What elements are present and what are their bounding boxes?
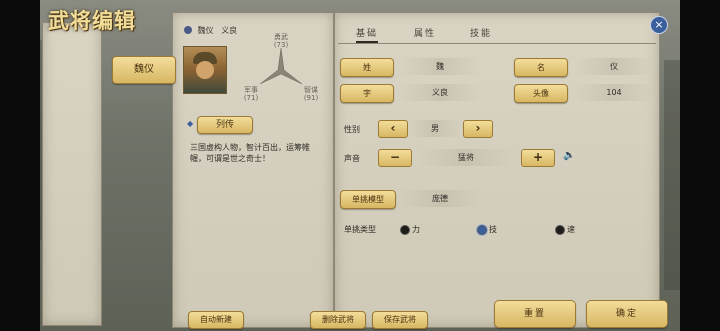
avatar[interactable] [183, 46, 227, 94]
letterbox-left [0, 0, 40, 331]
voice-value: 猛将 [418, 149, 514, 166]
delete-general-button[interactable]: 删除武将 [310, 311, 366, 329]
tab-skills[interactable]: 技能 [470, 26, 492, 39]
tab-basic[interactable]: 基础 [356, 26, 379, 43]
surname-field[interactable]: 魏 [400, 58, 480, 75]
portrait-field[interactable]: 104 [574, 84, 654, 101]
left-scroll [42, 22, 102, 326]
voice-label: 声音 [344, 154, 360, 163]
duel-type-radio-speed[interactable] [555, 225, 565, 235]
style-name-field[interactable]: 义良 [400, 84, 480, 101]
diamond-icon: ◆ [187, 119, 194, 128]
duel-type-option: 速 [567, 225, 575, 234]
stat-military-label: 军事 [244, 86, 258, 94]
gender-value: 男 [408, 120, 462, 137]
general-name: 魏仪 [197, 26, 214, 35]
stat-wisdom: 智谋 (91) [296, 86, 326, 102]
duel-type-label: 单挑类型 [344, 225, 376, 234]
city-backdrop [664, 60, 680, 290]
letterbox-right [680, 0, 720, 331]
portrait-label: 头像 [514, 84, 568, 103]
duel-type-radio-strength[interactable] [400, 225, 410, 235]
faction-icon [184, 26, 192, 34]
duel-type-radio-skill[interactable] [477, 225, 487, 235]
given-name-label: 名 [514, 58, 568, 77]
face-shape [196, 61, 214, 79]
gender-label: 性别 [344, 125, 360, 134]
reset-button[interactable]: 重置 [494, 300, 576, 328]
gender-next-button[interactable]: › [463, 120, 493, 138]
auto-create-button[interactable]: 自动新建 [188, 311, 244, 329]
biography-button[interactable]: 列传 [197, 116, 253, 134]
save-general-button[interactable]: 保存武将 [372, 311, 428, 329]
style-name-label: 字 [340, 84, 394, 103]
stat-triangle-icon [259, 47, 303, 85]
duel-type-option: 技 [489, 225, 497, 234]
general-list-item[interactable]: 魏仪 [112, 56, 176, 84]
biography-text: 三国虚构人物，智计百出，运筹帷幄，可谓是世之奇士！ [190, 143, 310, 163]
surname-label: 姓 [340, 58, 394, 77]
duel-type-option: 力 [412, 225, 420, 234]
speaker-icon[interactable]: 🔈 [563, 150, 575, 161]
stat-wisdom-label: 智谋 [304, 86, 318, 94]
duel-model-label: 单挑模型 [340, 190, 396, 209]
duel-model-field[interactable]: 庞德 [400, 190, 480, 207]
page-title: 武将编辑 [48, 8, 136, 33]
voice-plus-button[interactable]: + [521, 149, 555, 167]
confirm-button[interactable]: 确定 [586, 300, 668, 328]
tab-attributes[interactable]: 属性 [414, 26, 436, 39]
close-icon[interactable]: × [650, 16, 668, 34]
voice-minus-button[interactable]: − [378, 149, 412, 167]
tab-bar: 基础 属性 技能 [338, 23, 656, 44]
general-name-bar: 魏仪 义良 [184, 25, 324, 38]
stat-wisdom-value: (91) [303, 94, 319, 102]
gender-prev-button[interactable]: ‹ [378, 120, 408, 138]
given-name-field[interactable]: 仪 [574, 58, 654, 75]
stat-valor-label: 勇武 [274, 33, 288, 41]
stat-military: 军事 (71) [236, 86, 266, 102]
stat-military-value: (71) [243, 94, 259, 102]
general-style-name: 义良 [221, 26, 238, 35]
